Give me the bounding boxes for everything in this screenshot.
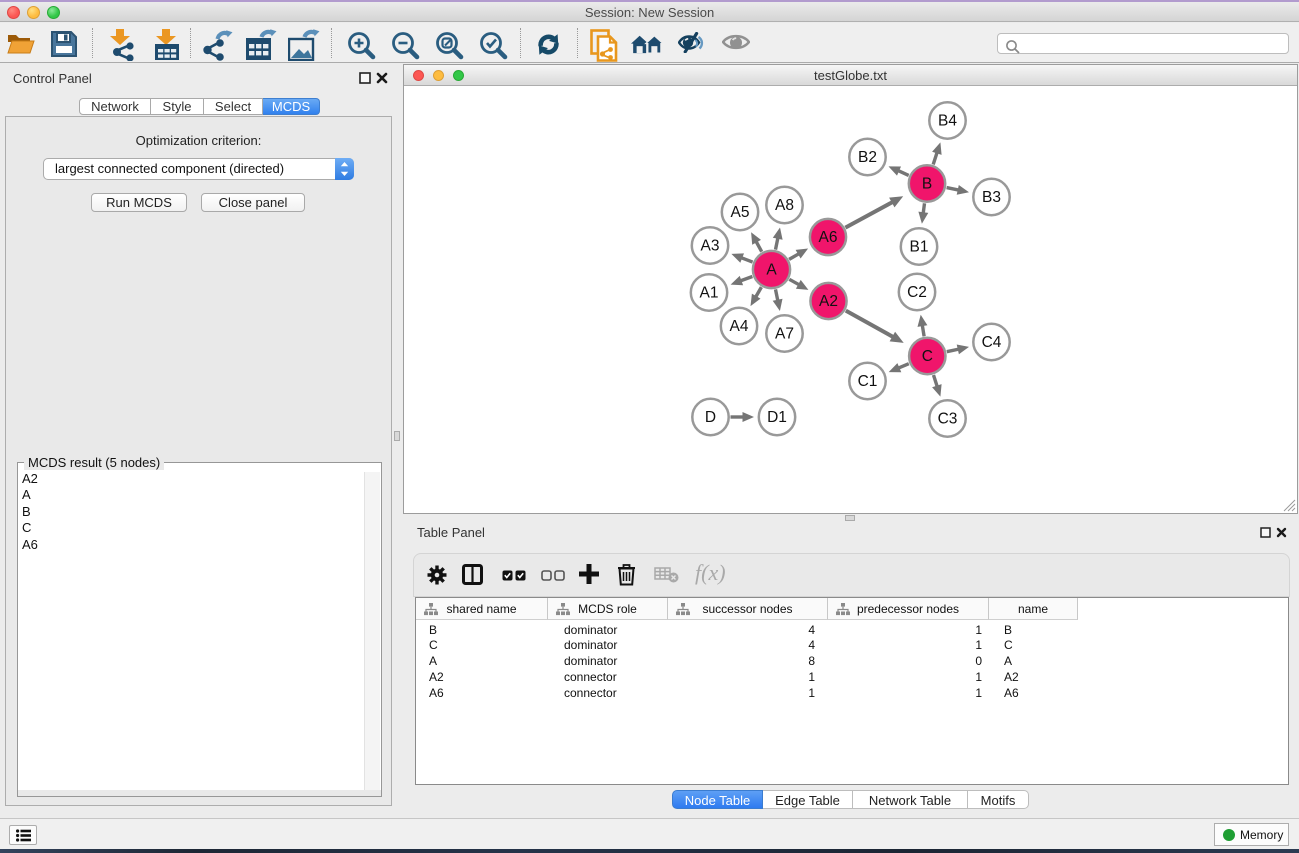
svg-text:D: D — [705, 409, 716, 426]
svg-text:B: B — [922, 176, 932, 193]
svg-text:A6: A6 — [819, 229, 838, 246]
svg-text:D1: D1 — [767, 409, 787, 426]
svg-text:B3: B3 — [982, 189, 1001, 206]
svg-text:A4: A4 — [730, 318, 749, 335]
svg-text:C3: C3 — [938, 411, 958, 428]
svg-text:B2: B2 — [858, 149, 877, 166]
svg-text:A2: A2 — [819, 293, 838, 310]
svg-text:B4: B4 — [938, 113, 957, 130]
svg-text:B1: B1 — [910, 239, 929, 256]
svg-text:A: A — [766, 262, 777, 279]
svg-text:A7: A7 — [775, 326, 794, 343]
svg-text:A1: A1 — [700, 285, 719, 302]
svg-text:C2: C2 — [907, 284, 927, 301]
svg-text:A3: A3 — [701, 238, 720, 255]
svg-text:C1: C1 — [858, 373, 878, 390]
svg-text:C: C — [922, 348, 933, 365]
svg-text:A8: A8 — [775, 197, 794, 214]
svg-text:A5: A5 — [731, 204, 750, 221]
svg-text:C4: C4 — [982, 334, 1002, 351]
